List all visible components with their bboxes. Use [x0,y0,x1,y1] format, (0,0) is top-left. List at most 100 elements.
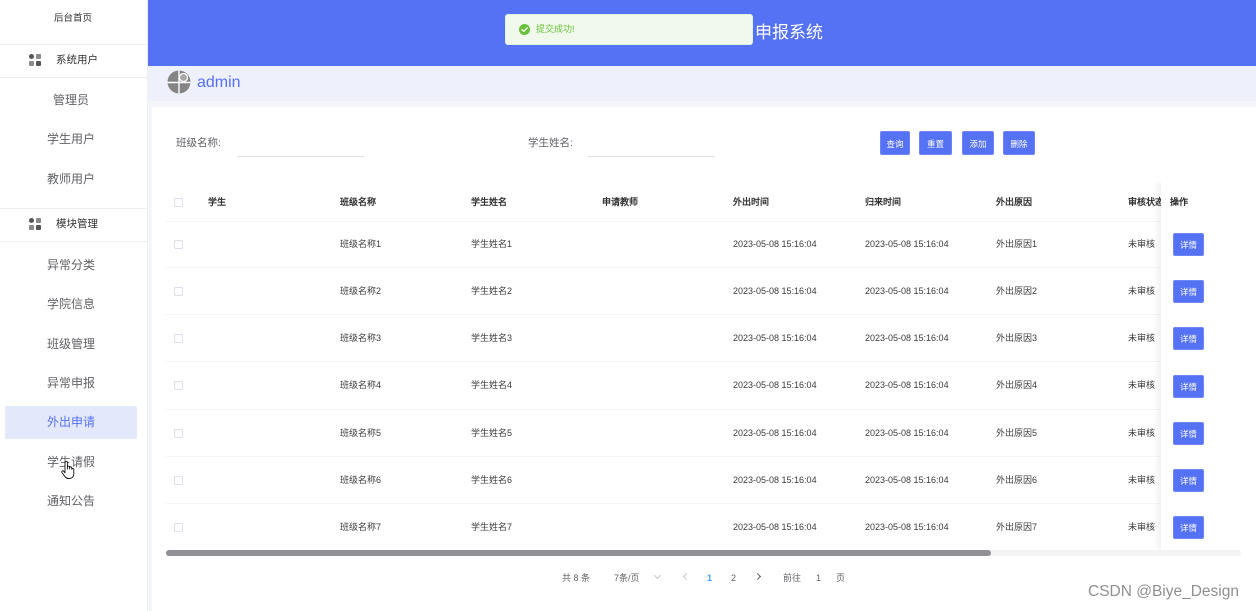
sidebar-item-college-info[interactable]: 学院信息 [5,288,137,321]
sidebar-group-label: 系统用户 [56,54,98,66]
sidebar-item-label: 外出申请 [46,415,95,429]
row-checkbox[interactable] [174,523,183,533]
page-number-1[interactable]: 1 [707,570,712,586]
horizontal-scrollbar[interactable] [166,550,1241,556]
cell-return-time: 2023-05-08 15:16:04 [865,427,949,438]
cell-return-time: 2023-05-08 15:16:04 [865,475,949,485]
row-checkbox[interactable] [174,286,183,296]
row-checkbox[interactable] [174,476,183,485]
table-row: 班级名称5 学生姓名5 2023-05-08 15:16:04 2023-05-… [166,410,1241,457]
reset-button[interactable]: 重置 [919,131,952,155]
cell-return-time: 2023-05-08 15:16:04 [865,333,949,344]
cell-reason: 外出原因1 [996,238,1038,249]
data-table: 学生 班级名称 学生姓名 申请教师 外出时间 归来时间 外出原因 审核状态 班级… [166,182,1241,549]
row-checkbox[interactable] [174,428,183,438]
cell-out-time: 2023-05-08 15:16:04 [733,333,817,344]
select-all-checkbox[interactable] [174,197,183,207]
detail-button[interactable]: 详情 [1173,374,1204,398]
check-circle-icon [519,24,530,35]
student-name-input[interactable] [588,131,715,157]
sidebar-item-student-users[interactable]: 学生用户 [5,123,137,156]
username[interactable]: admin [197,66,241,99]
cell-reason: 外出原因2 [996,285,1038,296]
cell-reason: 外出原因4 [996,380,1038,391]
pagination-total: 共 8 条 [562,573,591,583]
column-header-class-name[interactable]: 班级名称 [340,182,376,222]
cell-status: 未审核 [1128,238,1156,249]
fixed-action-column: 操作 详情 详情 详情 详情 详情 详情 详情 [1161,182,1241,549]
column-header-status[interactable]: 审核状态 [1128,182,1164,222]
sidebar-item-exception-reports[interactable]: 异常申报 [5,367,137,400]
detail-button[interactable]: 详情 [1173,516,1204,540]
table-row: 班级名称6 学生姓名6 2023-05-08 15:16:04 2023-05-… [166,457,1241,505]
column-header-teacher[interactable]: 申请教师 [602,182,638,222]
goto-page-unit: 页 [836,573,846,583]
detail-button[interactable]: 详情 [1173,232,1204,256]
scrollbar-thumb[interactable] [166,550,991,556]
column-header-student[interactable]: 学生 [208,182,226,222]
sidebar-item-class-management[interactable]: 班级管理 [5,328,137,361]
chevron-left-icon[interactable] [682,572,691,581]
cell-out-time: 2023-05-08 15:16:04 [733,427,817,438]
hand-pointer-icon [61,461,75,479]
column-header-return-time[interactable]: 归来时间 [865,182,901,222]
cell-out-time: 2023-05-08 15:16:04 [733,285,817,296]
add-button[interactable]: 添加 [962,131,994,155]
goto-label: 前往 [783,573,802,583]
sidebar-item-exception-categories[interactable]: 异常分类 [5,249,137,282]
sidebar-item-notices[interactable]: 通知公告 [5,485,137,518]
class-name-input[interactable] [237,131,364,157]
cell-student-name: 学生姓名5 [471,427,513,438]
cell-student-name: 学生姓名4 [471,380,513,391]
avatar-icon[interactable] [167,70,191,94]
sidebar-item-label: 管理员 [52,93,89,107]
table-row: 班级名称2 学生姓名2 2023-05-08 15:16:04 2023-05-… [166,268,1241,316]
sidebar-item-admin[interactable]: 管理员 [5,84,137,117]
user-bar: admin [148,66,1256,101]
content-card: 班级名称: 学生姓名: 查询 重置 添加 删除 学生 班级名称 学生姓名 申请教… [152,107,1256,611]
sidebar-item-teacher-users[interactable]: 教师用户 [5,163,137,196]
sidebar-item-outing-requests[interactable]: 外出申请 [5,406,137,439]
detail-button[interactable]: 详情 [1173,327,1204,351]
goto-page-input[interactable]: 1 [816,570,821,586]
cell-class-name: 班级名称6 [340,475,382,485]
detail-button[interactable]: 详情 [1173,279,1204,303]
sidebar-divider [0,241,147,242]
cell-reason: 外出原因6 [996,475,1038,485]
delete-button[interactable]: 删除 [1003,131,1035,155]
cell-class-name: 班级名称1 [340,238,382,249]
sidebar-group-label: 模块管理 [56,218,98,230]
cell-out-time: 2023-05-08 15:16:04 [733,380,817,391]
detail-button[interactable]: 详情 [1173,469,1204,493]
sidebar-item-label: 教师用户 [46,172,95,186]
cell-student-name: 学生姓名1 [471,238,513,249]
grid-icon [29,218,41,230]
page-number-2[interactable]: 2 [731,570,736,586]
chevron-down-icon[interactable] [653,571,662,580]
row-checkbox[interactable] [174,334,183,344]
chevron-right-icon[interactable] [753,572,762,581]
sidebar-item-label: 异常分类 [46,257,95,272]
row-checkbox[interactable] [174,239,183,249]
column-header-out-time[interactable]: 外出时间 [733,182,769,222]
cell-status: 未审核 [1128,522,1156,533]
cell-status: 未审核 [1128,333,1156,344]
cell-class-name: 班级名称4 [340,380,382,391]
column-header-student-name[interactable]: 学生姓名 [471,182,507,222]
detail-button[interactable]: 详情 [1173,421,1204,445]
sidebar-home-link[interactable]: 后台首页 [0,11,146,27]
grid-icon [29,54,41,66]
sidebar-group-module-management[interactable]: 模块管理 [0,208,147,241]
column-header-reason[interactable]: 外出原因 [996,182,1032,222]
cell-return-time: 2023-05-08 15:16:04 [865,380,949,391]
toast-message: 提交成功! [536,24,575,34]
sidebar-item-label: 班级管理 [46,336,95,351]
sidebar-group-system-users[interactable]: 系统用户 [0,44,147,77]
page-size-select[interactable]: 7条/页 [614,570,640,586]
class-name-label: 班级名称: [176,137,221,149]
cell-student-name: 学生姓名7 [471,522,513,533]
table-row: 班级名称7 学生姓名7 2023-05-08 15:16:04 2023-05-… [166,504,1241,549]
query-button[interactable]: 查询 [880,131,910,155]
row-checkbox[interactable] [174,381,183,391]
student-name-label: 学生姓名: [528,137,573,149]
